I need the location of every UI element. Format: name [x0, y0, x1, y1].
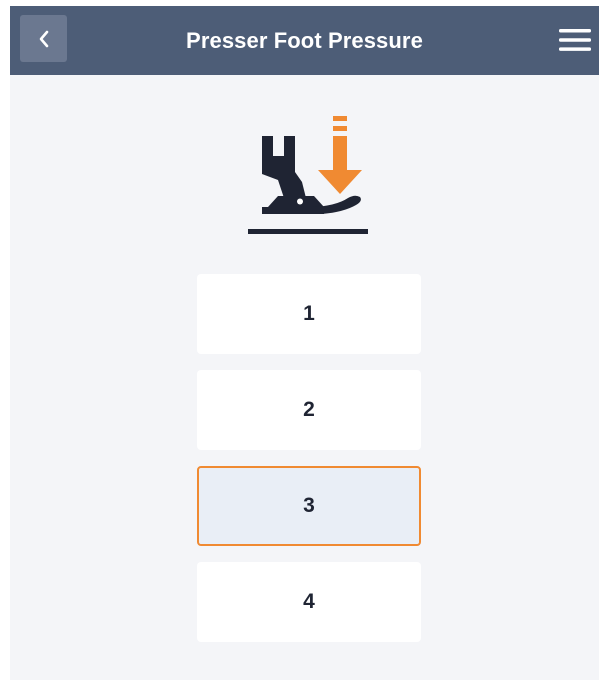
page-title: Presser Foot Pressure — [186, 28, 423, 53]
chevron-left-icon — [39, 30, 48, 47]
pressure-option-1[interactable]: 1 — [197, 274, 421, 354]
hamburger-menu-icon — [559, 29, 591, 51]
presser-foot-pressure-screen: Presser Foot Pressure 1 2 3 4 — [10, 6, 599, 680]
header-bar: Presser Foot Pressure — [10, 6, 599, 75]
back-button[interactable] — [20, 15, 67, 62]
pressure-option-4[interactable]: 4 — [197, 562, 421, 642]
pressure-option-2[interactable]: 2 — [197, 370, 421, 450]
pressure-option-3[interactable]: 3 — [197, 466, 421, 546]
pressure-options-list: 1 2 3 4 — [197, 274, 421, 658]
presser-foot-pressure-icon — [248, 116, 368, 234]
menu-button[interactable] — [551, 20, 599, 60]
